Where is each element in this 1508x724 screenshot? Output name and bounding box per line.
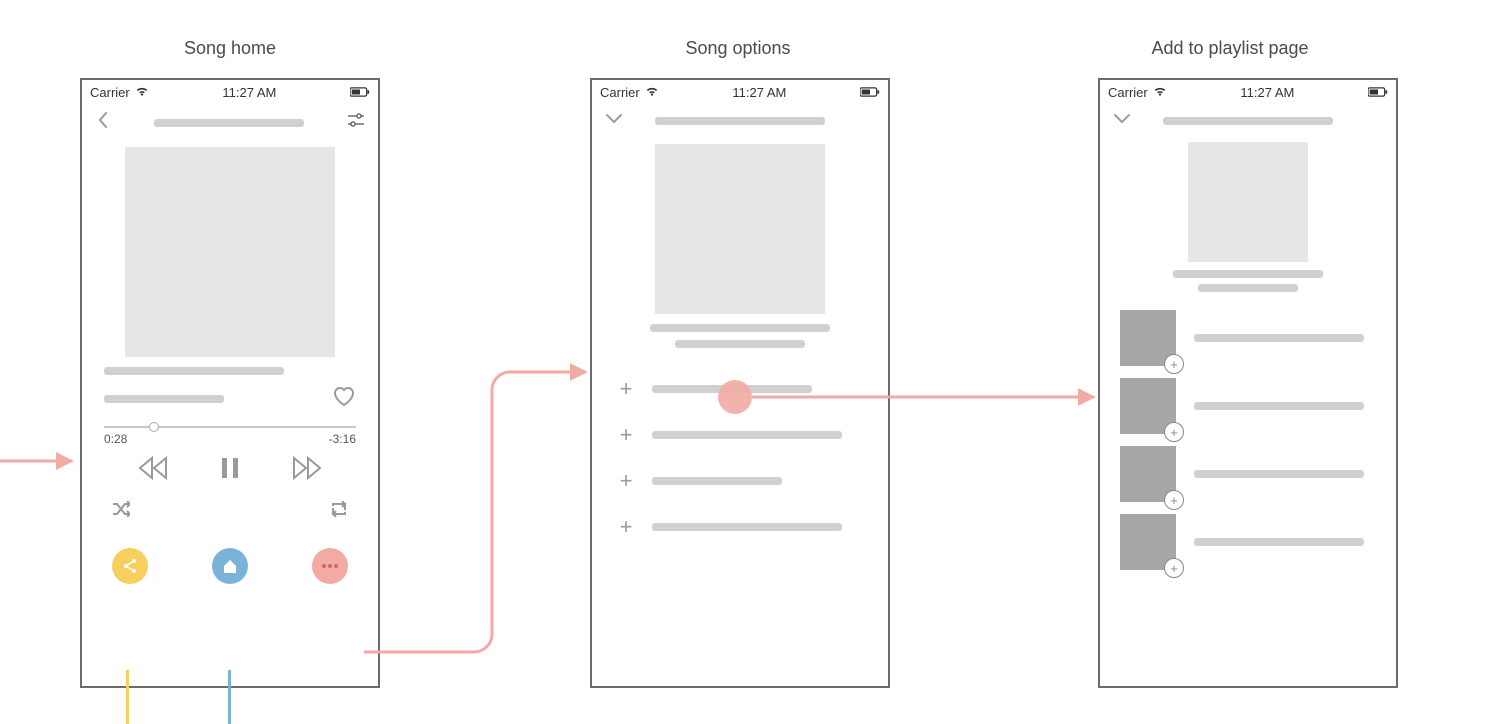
clock-label: 11:27 AM <box>732 85 786 100</box>
flow-arrow-1 <box>364 368 594 658</box>
time-remaining: -3:16 <box>329 432 356 446</box>
playlist-thumb: + <box>1120 514 1176 570</box>
option-label-placeholder <box>652 523 842 531</box>
tap-hotspot <box>718 380 752 414</box>
next-track-icon[interactable] <box>292 456 322 485</box>
artist-placeholder <box>675 340 805 348</box>
screen-title-options: Song options <box>668 38 808 59</box>
flow-arrow-in <box>0 454 80 468</box>
playlist-name-placeholder <box>1194 470 1364 478</box>
wifi-icon <box>1153 85 1167 100</box>
playlist-name-placeholder <box>1194 538 1364 546</box>
playlist-row[interactable]: + <box>1100 440 1396 508</box>
plus-icon: + <box>616 514 636 540</box>
connector-share <box>126 670 129 724</box>
carrier-label: Carrier <box>600 85 640 100</box>
song-title-placeholder <box>1173 270 1323 278</box>
collapse-chevron-icon[interactable] <box>1114 112 1130 130</box>
status-bar: Carrier 11:27 AM <box>82 80 378 104</box>
back-chevron-icon[interactable] <box>96 112 110 133</box>
prev-track-icon[interactable] <box>138 456 168 485</box>
add-icon[interactable]: + <box>1164 422 1184 442</box>
album-art <box>655 144 825 314</box>
time-elapsed: 0:28 <box>104 432 127 446</box>
playlist-thumb: + <box>1120 446 1176 502</box>
plus-icon: + <box>616 376 636 402</box>
status-bar: Carrier 11:27 AM <box>1100 80 1396 104</box>
clock-label: 11:27 AM <box>1240 85 1294 100</box>
screen-title-playlist: Add to playlist page <box>1130 38 1330 59</box>
progress-bar[interactable] <box>104 426 356 428</box>
screen-title-home: Song home <box>170 38 290 59</box>
wifi-icon <box>645 85 659 100</box>
option-row-2[interactable]: + <box>592 412 888 458</box>
home-button[interactable] <box>212 548 248 584</box>
playlist-row[interactable]: + <box>1100 508 1396 576</box>
screen-add-playlist: Carrier 11:27 AM + + + + <box>1098 78 1398 688</box>
playlist-row[interactable]: + <box>1100 372 1396 440</box>
nav-title-placeholder <box>154 119 304 127</box>
nav-title-placeholder <box>655 117 825 125</box>
artist-placeholder <box>104 395 224 403</box>
more-button[interactable] <box>312 548 348 584</box>
artist-placeholder <box>1198 284 1298 292</box>
clock-label: 11:27 AM <box>222 85 276 100</box>
plus-icon: + <box>616 422 636 448</box>
connector-home <box>228 670 231 724</box>
share-button[interactable] <box>112 548 148 584</box>
battery-icon <box>1368 87 1388 97</box>
pause-icon[interactable] <box>220 456 240 485</box>
song-title-placeholder <box>650 324 830 332</box>
nav-title-placeholder <box>1163 117 1333 125</box>
song-title-placeholder <box>104 367 284 375</box>
option-row-3[interactable]: + <box>592 458 888 504</box>
wifi-icon <box>135 85 149 100</box>
equalizer-icon[interactable] <box>348 112 364 133</box>
collapse-chevron-icon[interactable] <box>606 112 622 130</box>
battery-icon <box>860 87 880 97</box>
playlist-thumb: + <box>1120 378 1176 434</box>
playlist-row[interactable]: + <box>1100 304 1396 372</box>
shuffle-icon[interactable] <box>112 501 130 522</box>
playlist-thumb: + <box>1120 310 1176 366</box>
option-label-placeholder <box>652 431 842 439</box>
status-bar: Carrier 11:27 AM <box>592 80 888 104</box>
option-row-4[interactable]: + <box>592 504 888 550</box>
carrier-label: Carrier <box>90 85 130 100</box>
plus-icon: + <box>616 468 636 494</box>
album-art <box>125 147 335 357</box>
repeat-icon[interactable] <box>330 501 348 522</box>
option-label-placeholder <box>652 477 782 485</box>
heart-icon[interactable] <box>332 385 356 412</box>
carrier-label: Carrier <box>1108 85 1148 100</box>
flow-arrow-2 <box>752 390 1102 404</box>
playlist-name-placeholder <box>1194 334 1364 342</box>
progress-knob[interactable] <box>149 422 159 432</box>
battery-icon <box>350 87 370 97</box>
playlist-name-placeholder <box>1194 402 1364 410</box>
add-icon[interactable]: + <box>1164 354 1184 374</box>
add-icon[interactable]: + <box>1164 490 1184 510</box>
album-art <box>1188 142 1308 262</box>
screen-song-home: Carrier 11:27 AM 0:28 -3:16 <box>80 78 380 688</box>
add-icon[interactable]: + <box>1164 558 1184 578</box>
